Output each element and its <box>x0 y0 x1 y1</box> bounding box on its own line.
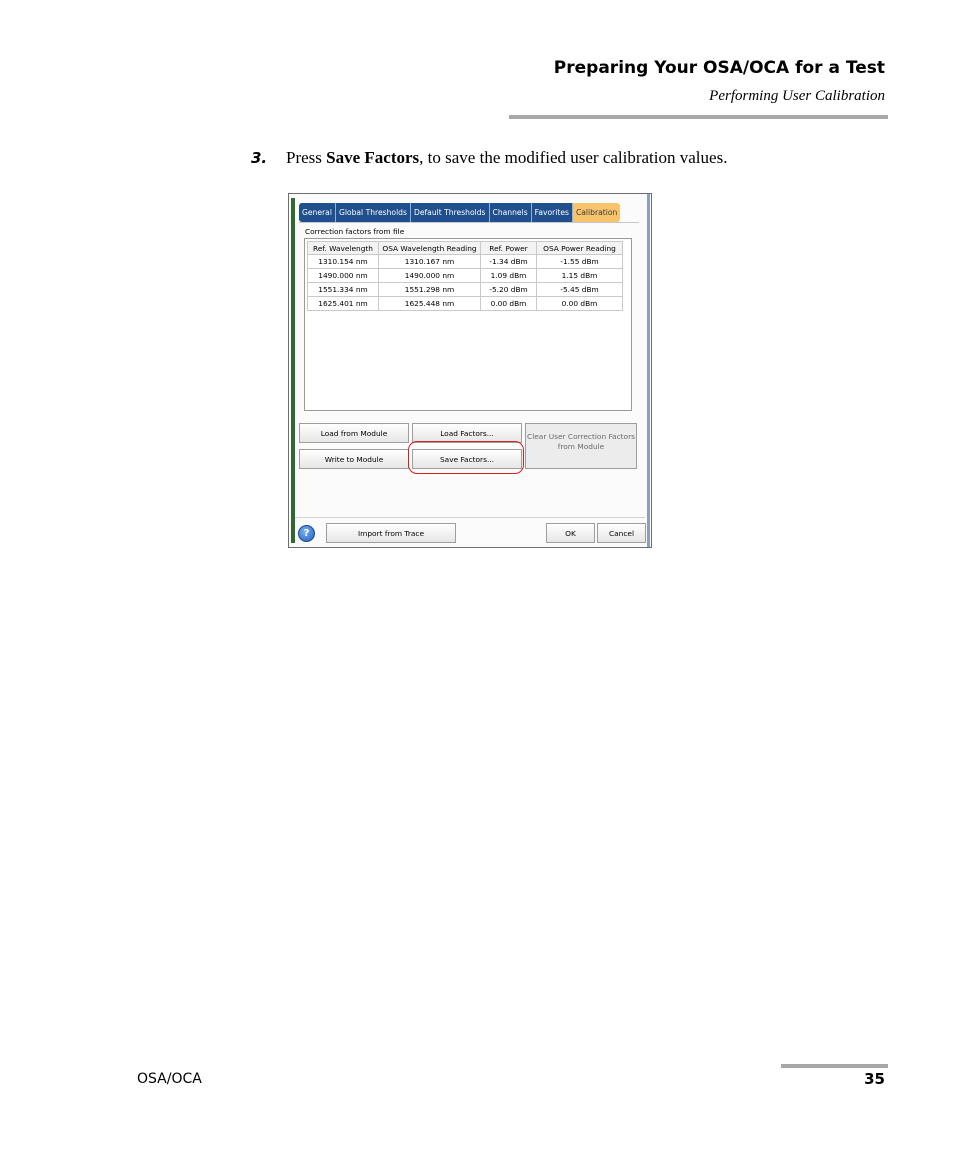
load-factors-button[interactable]: Load Factors... <box>412 423 522 443</box>
table-cell[interactable]: 1551.298 nm <box>378 282 481 297</box>
group-label: Correction factors from file <box>305 227 405 236</box>
import-from-trace-button[interactable]: Import from Trace <box>326 523 456 543</box>
table-row[interactable]: 1310.154 nm 1310.167 nm -1.34 dBm -1.55 … <box>307 254 623 269</box>
tab-favorites[interactable]: Favorites <box>531 203 573 222</box>
help-icon[interactable]: ? <box>298 525 315 542</box>
table-cell[interactable]: -1.34 dBm <box>480 254 537 269</box>
footer-product: OSA/OCA <box>137 1071 202 1087</box>
table-cell[interactable]: 1.15 dBm <box>536 268 623 283</box>
bottom-separator <box>295 517 645 518</box>
correction-factors-table: Ref. Wavelength OSA Wavelength Reading R… <box>304 238 632 411</box>
table-cell[interactable]: -1.55 dBm <box>536 254 623 269</box>
table-cell[interactable]: 1551.334 nm <box>307 282 379 297</box>
column-header[interactable]: OSA Power Reading <box>536 241 623 255</box>
table-cell[interactable]: 0.00 dBm <box>536 296 623 311</box>
tab-global-thresholds[interactable]: Global Thresholds <box>335 203 411 222</box>
load-from-module-button[interactable]: Load from Module <box>299 423 409 443</box>
tab-underline <box>299 222 639 223</box>
table-row[interactable]: 1625.401 nm 1625.448 nm 0.00 dBm 0.00 dB… <box>307 296 623 311</box>
table-row[interactable]: 1490.000 nm 1490.000 nm 1.09 dBm 1.15 dB… <box>307 268 623 283</box>
header-rule <box>509 115 888 119</box>
tab-general[interactable]: General <box>299 203 336 222</box>
table-cell[interactable]: 1490.000 nm <box>307 268 379 283</box>
table-cell[interactable]: 1310.167 nm <box>378 254 481 269</box>
dialog-left-frame <box>291 198 295 543</box>
footer-rule <box>781 1064 888 1068</box>
tab-default-thresholds[interactable]: Default Thresholds <box>410 203 490 222</box>
table-cell[interactable]: 1625.448 nm <box>378 296 481 311</box>
column-header[interactable]: OSA Wavelength Reading <box>378 241 481 255</box>
page-number: 35 <box>864 1070 885 1088</box>
factors-grid: Ref. Wavelength OSA Wavelength Reading R… <box>307 241 623 311</box>
table-cell[interactable]: 1625.401 nm <box>307 296 379 311</box>
step-prefix: Press <box>286 148 327 167</box>
step-number: 3. <box>251 149 268 167</box>
tab-bar: General Global Thresholds Default Thresh… <box>299 203 621 222</box>
header-title: Preparing Your OSA/OCA for a Test <box>553 58 885 78</box>
tab-calibration[interactable]: Calibration <box>572 203 621 222</box>
cancel-button[interactable]: Cancel <box>597 523 646 543</box>
write-to-module-button[interactable]: Write to Module <box>299 449 409 469</box>
dialog-right-frame <box>647 194 650 547</box>
table-row[interactable]: 1551.334 nm 1551.298 nm -5.20 dBm -5.45 … <box>307 282 623 297</box>
table-cell[interactable]: 1310.154 nm <box>307 254 379 269</box>
header-subtitle: Performing User Calibration <box>709 88 885 104</box>
step-bold: Save Factors <box>326 148 420 167</box>
table-cell[interactable]: 1.09 dBm <box>480 268 537 283</box>
table-cell[interactable]: -5.45 dBm <box>536 282 623 297</box>
step-suffix: , to save the modified user calibration … <box>419 148 728 167</box>
settings-dialog: General Global Thresholds Default Thresh… <box>288 193 652 548</box>
clear-user-correction-button[interactable]: Clear User Correction Factors from Modul… <box>525 423 637 469</box>
table-cell[interactable]: -5.20 dBm <box>480 282 537 297</box>
step-text: Press Save Factors, to save the modified… <box>286 148 727 168</box>
column-header[interactable]: Ref. Wavelength <box>307 241 379 255</box>
save-factors-highlight <box>408 441 524 474</box>
ok-button[interactable]: OK <box>546 523 595 543</box>
tab-channels[interactable]: Channels <box>489 203 532 222</box>
column-header[interactable]: Ref. Power <box>480 241 537 255</box>
table-cell[interactable]: 1490.000 nm <box>378 268 481 283</box>
table-cell[interactable]: 0.00 dBm <box>480 296 537 311</box>
table-header-row: Ref. Wavelength OSA Wavelength Reading R… <box>307 241 623 255</box>
